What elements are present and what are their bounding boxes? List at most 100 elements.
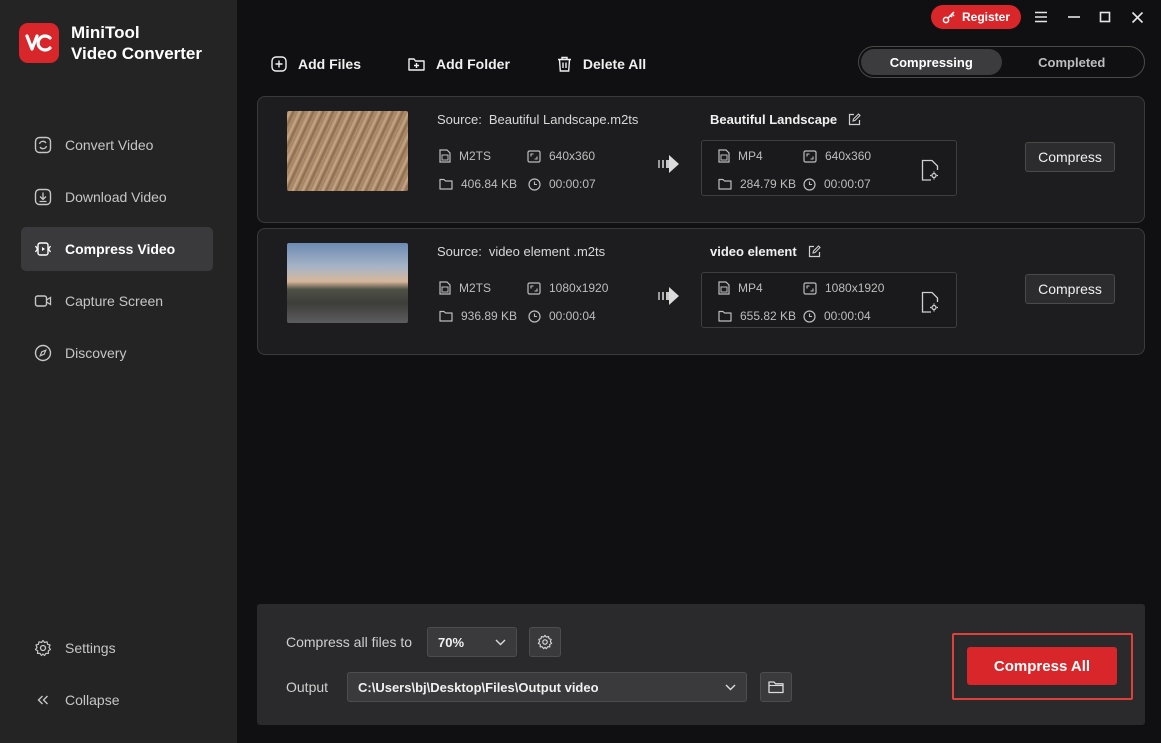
- output-filename: video element: [710, 244, 797, 259]
- gear-icon: [537, 634, 553, 650]
- add-file-icon: [271, 56, 287, 72]
- compress-all-button[interactable]: Compress All: [967, 647, 1117, 685]
- convert-arrow-icon: [658, 155, 680, 178]
- collapse-button[interactable]: Collapse: [21, 678, 213, 722]
- file-card: Source: video element .m2ts M2TS 1080x192…: [257, 228, 1145, 355]
- minimize-button[interactable]: [1064, 7, 1084, 27]
- sidebar-item-capture-screen[interactable]: Capture Screen: [21, 279, 213, 323]
- minimize-icon: [1068, 16, 1080, 18]
- sidebar-item-discovery[interactable]: Discovery: [21, 331, 213, 375]
- close-icon: [1131, 11, 1143, 23]
- output-resolution: 1080x1920: [825, 281, 885, 295]
- add-files-label: Add Files: [298, 56, 362, 72]
- key-icon: [942, 11, 955, 24]
- camera-icon: [34, 292, 52, 310]
- register-button[interactable]: Register: [931, 5, 1021, 29]
- sidebar-item-download-video[interactable]: Download Video: [21, 175, 213, 219]
- folder-size-icon: [439, 310, 453, 322]
- output-resolution: 640x360: [825, 149, 872, 163]
- compress-button[interactable]: Compress: [1025, 142, 1115, 172]
- compress-all-files-label: Compress all files to: [286, 634, 413, 650]
- sidebar-item-label: Discovery: [65, 345, 127, 361]
- collapse-label: Collapse: [65, 692, 120, 708]
- toolbar: Add Files Add Folder Delete All: [271, 53, 693, 75]
- output-format: MP4: [738, 149, 763, 163]
- tab-compressing[interactable]: Compressing: [861, 49, 1002, 75]
- compress-level-select[interactable]: 70%: [427, 627, 517, 657]
- source-resolution: 1080x1920: [549, 281, 609, 295]
- source-duration: 00:00:07: [549, 177, 596, 191]
- output-label: Output: [286, 679, 329, 695]
- resolution-icon: [803, 149, 817, 163]
- sidebar-item-label: Download Video: [65, 189, 167, 205]
- folder-icon: [768, 681, 784, 694]
- add-folder-button[interactable]: Add Folder: [408, 56, 510, 72]
- sidebar-item-compress-video[interactable]: Compress Video: [21, 227, 213, 271]
- clock-icon: [528, 309, 541, 323]
- add-folder-icon: [408, 58, 425, 71]
- clock-icon: [803, 309, 816, 323]
- register-label: Register: [961, 10, 1011, 24]
- sidebar-nav: Convert Video Download Video Compress Vi…: [21, 123, 213, 383]
- compress-level-value: 70%: [438, 634, 465, 650]
- logo-icon: [19, 23, 59, 63]
- clock-icon: [528, 177, 541, 191]
- delete-all-button[interactable]: Delete All: [557, 56, 646, 72]
- sidebar-item-label: Convert Video: [65, 137, 154, 153]
- source-label: Source:: [437, 244, 482, 259]
- source-filename: video element .m2ts: [488, 244, 606, 259]
- tab-completed[interactable]: Completed: [1002, 49, 1143, 75]
- output-duration: 00:00:07: [824, 177, 871, 191]
- add-files-button[interactable]: Add Files: [271, 56, 361, 72]
- video-thumbnail: [287, 111, 408, 191]
- menu-button[interactable]: [1031, 7, 1051, 27]
- source-format: M2TS: [459, 281, 492, 295]
- file-settings-icon: [921, 159, 939, 181]
- edit-icon[interactable]: [808, 245, 821, 258]
- maximize-button[interactable]: [1095, 7, 1115, 27]
- app-name-line2: Video Converter: [71, 44, 203, 63]
- convert-icon: [34, 136, 52, 154]
- compass-icon: [34, 344, 52, 362]
- folder-size-icon: [439, 178, 453, 190]
- source-format: M2TS: [459, 149, 492, 163]
- output-size: 284.79 KB: [740, 177, 797, 191]
- resolution-icon: [527, 281, 541, 295]
- sidebar-item-label: Capture Screen: [65, 293, 164, 309]
- hamburger-icon: [1035, 11, 1047, 23]
- folder-size-icon: [718, 178, 732, 190]
- edit-icon[interactable]: [848, 113, 861, 126]
- output-filename: Beautiful Landscape: [710, 112, 838, 127]
- gear-icon: [34, 639, 52, 657]
- add-folder-label: Add Folder: [436, 56, 510, 72]
- output-settings-button[interactable]: [921, 291, 939, 318]
- compress-button[interactable]: Compress: [1025, 274, 1115, 304]
- settings-button[interactable]: Settings: [21, 626, 213, 670]
- status-tabs: Compressing Completed: [858, 46, 1145, 78]
- compress-settings-button[interactable]: [529, 627, 561, 657]
- file-card: Source: Beautiful Landscape.m2ts M2TS 640…: [257, 96, 1145, 223]
- settings-label: Settings: [65, 640, 116, 656]
- sidebar-item-convert-video[interactable]: Convert Video: [21, 123, 213, 167]
- source-size: 936.89 KB: [461, 309, 518, 323]
- browse-folder-button[interactable]: [760, 672, 792, 702]
- video-thumbnail: [287, 243, 408, 323]
- app-logo: MiniTool Video Converter: [19, 22, 202, 64]
- file-format-icon: [718, 149, 730, 163]
- trash-icon: [557, 56, 571, 72]
- source-filename: Beautiful Landscape.m2ts: [488, 112, 639, 127]
- compress-icon: [34, 240, 52, 258]
- resolution-icon: [527, 149, 541, 163]
- convert-arrow-icon: [658, 287, 680, 310]
- output-settings-button[interactable]: [921, 159, 939, 186]
- maximize-icon: [1099, 11, 1111, 23]
- sidebar: MiniTool Video Converter Convert Video D…: [0, 0, 237, 743]
- file-settings-icon: [921, 291, 939, 313]
- clock-icon: [803, 177, 816, 191]
- output-size: 655.82 KB: [740, 309, 797, 323]
- source-label: Source:: [437, 112, 482, 127]
- chevron-double-left-icon: [34, 691, 52, 709]
- output-path-select[interactable]: C:\Users\bj\Desktop\Files\Output video: [347, 672, 747, 702]
- folder-size-icon: [718, 310, 732, 322]
- close-button[interactable]: [1127, 7, 1147, 27]
